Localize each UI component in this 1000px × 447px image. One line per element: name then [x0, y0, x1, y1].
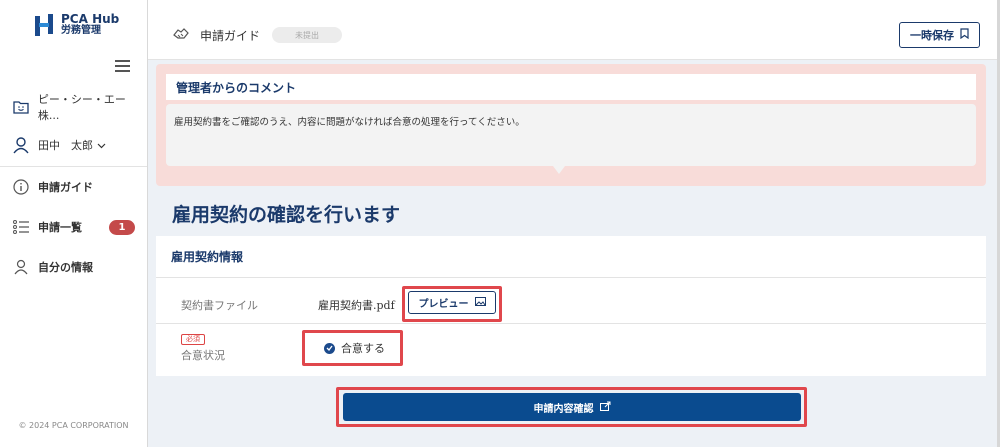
sidebar-item-label: 申請ガイド: [38, 181, 93, 194]
highlight-preview: [402, 286, 502, 322]
agree-label: 合意状況: [181, 349, 225, 362]
pca-logo-icon: [35, 14, 55, 36]
menu-toggle-icon[interactable]: [115, 60, 130, 72]
sidebar-item-label: 申請一覧: [38, 221, 82, 234]
highlight-confirm: [336, 387, 807, 427]
company-selector[interactable]: ピー・シー・エー株...: [0, 93, 147, 122]
status-badge: 未提出: [272, 27, 342, 43]
comment-tail: [553, 166, 565, 174]
company-name: ピー・シー・エー株...: [37, 93, 126, 122]
info-icon: [10, 179, 32, 195]
list-icon: [10, 220, 32, 234]
highlight-agree: [302, 330, 403, 366]
section-title: 雇用契約の確認を行います: [172, 204, 401, 226]
contract-info-card: 雇用契約情報 契約書ファイル 雇用契約書.pdf プレビュー 必須 合意状況 合…: [156, 236, 986, 376]
contract-file-row: 契約書ファイル 雇用契約書.pdf プレビュー: [156, 279, 986, 324]
page-title: 申請ガイド: [200, 29, 261, 43]
main-area: 申請ガイド 未提出 一時保存 管理者からのコメント 雇用契約書をご確認のうえ、内…: [148, 0, 1000, 447]
save-draft-button[interactable]: 一時保存: [899, 22, 980, 48]
hand-guide-icon: [172, 26, 190, 45]
page-header: 申請ガイド 未提出 一時保存: [148, 0, 1000, 60]
agreement-row: 必須 合意状況 合意する: [156, 325, 986, 376]
required-badge: 必須: [181, 334, 205, 345]
sidebar-item-label: 自分の情報: [38, 261, 93, 274]
copyright: © 2024 PCA CORPORATION: [18, 421, 129, 430]
sidebar-item-applications[interactable]: 申請一覧 1: [0, 216, 147, 238]
count-badge: 1: [109, 219, 135, 235]
user-icon: [10, 136, 32, 154]
person-icon: [10, 259, 32, 275]
save-draft-label: 一時保存: [910, 29, 954, 42]
folder-smile-icon: [10, 100, 32, 114]
user-name: 田中 太郎: [38, 139, 93, 152]
file-label: 契約書ファイル: [181, 299, 258, 312]
sidebar-divider: [0, 166, 147, 167]
user-menu[interactable]: 田中 太郎: [0, 134, 147, 156]
sidebar-item-profile[interactable]: 自分の情報: [0, 256, 147, 278]
comment-body: 雇用契約書をご確認のうえ、内容に問題がなければ合意の処理を行ってください。: [166, 104, 976, 166]
app-subtitle: 労務管理: [61, 25, 101, 36]
bookmark-icon: [960, 28, 969, 42]
sidebar-item-guide[interactable]: 申請ガイド: [0, 176, 147, 198]
sidebar: PCA Hub 労務管理 ピー・シー・エー株... 田中 太郎 申請ガイド 申請…: [0, 0, 148, 447]
comment-heading: 管理者からのコメント: [166, 74, 976, 100]
chevron-down-icon: [97, 139, 106, 152]
app-logo[interactable]: PCA Hub 労務管理: [35, 12, 120, 36]
card-title: 雇用契約情報: [156, 236, 986, 278]
file-name: 雇用契約書.pdf: [318, 299, 395, 312]
admin-comment-panel: 管理者からのコメント 雇用契約書をご確認のうえ、内容に問題がなければ合意の処理を…: [156, 64, 986, 186]
app-title: PCA Hub: [61, 12, 120, 26]
